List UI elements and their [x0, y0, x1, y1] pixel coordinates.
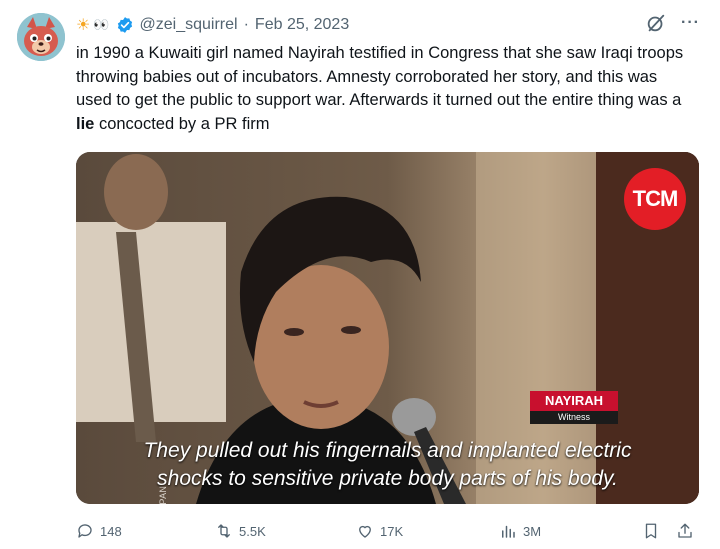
video-media[interactable]: FOOTAGE: C-SPAN — [76, 152, 699, 504]
grok-icon[interactable] — [645, 12, 667, 34]
tweet-date[interactable]: Feb 25, 2023 — [255, 16, 349, 34]
separator-dot: · — [243, 16, 249, 33]
eyes-emoji-icon: 👀 — [93, 17, 110, 32]
bookmark-icon — [645, 523, 657, 539]
reply-count: 148 — [100, 523, 122, 539]
tweet-text-part: in 1990 a Kuwaiti girl named Nayirah tes… — [76, 44, 684, 109]
sun-emoji-icon: ☀ — [76, 17, 92, 34]
nameplate-role: Witness — [530, 411, 618, 424]
video-frame-image — [76, 152, 699, 504]
views-count: 3M — [523, 523, 542, 539]
user-handle[interactable]: @zei_squirrel — [140, 16, 238, 34]
tweet: ☀ 👀 @zei_squirrel · Feb 25, 2023 ··· in … — [0, 0, 720, 549]
heart-icon — [359, 525, 371, 538]
nameplate-name: NAYIRAH — [530, 391, 618, 411]
reply-button[interactable]: 148 — [76, 520, 122, 542]
share-button[interactable] — [676, 520, 694, 542]
squirrel-avatar-icon — [17, 13, 65, 61]
views-chart-icon — [502, 525, 515, 538]
tweet-top-right: ··· — [645, 12, 700, 34]
bookmark-button[interactable] — [642, 520, 660, 542]
reply-icon — [78, 524, 92, 538]
more-options-icon[interactable]: ··· — [681, 14, 700, 32]
tcm-logo: TCM — [624, 168, 686, 230]
nameplate: NAYIRAH Witness — [530, 391, 618, 424]
footage-credit: FOOTAGE: C-SPAN — [158, 486, 168, 504]
repost-icon — [218, 524, 230, 538]
tweet-text: in 1990 a Kuwaiti girl named Nayirah tes… — [76, 42, 696, 136]
verified-badge-icon — [117, 17, 132, 33]
tweet-text-part: concocted by a PR firm — [94, 114, 270, 133]
tweet-header: ☀ 👀 @zei_squirrel · Feb 25, 2023 — [76, 14, 349, 36]
repost-button[interactable]: 5.5K — [215, 520, 266, 542]
share-icon — [678, 523, 692, 538]
avatar[interactable] — [17, 13, 65, 61]
tweet-text-bold: lie — [76, 114, 95, 133]
views-button[interactable]: 3M — [499, 520, 541, 542]
action-bar: 148 5.5K 17K 3M — [76, 520, 696, 542]
repost-count: 5.5K — [239, 523, 266, 539]
like-button[interactable]: 17K — [356, 520, 403, 542]
like-count: 17K — [380, 523, 404, 539]
